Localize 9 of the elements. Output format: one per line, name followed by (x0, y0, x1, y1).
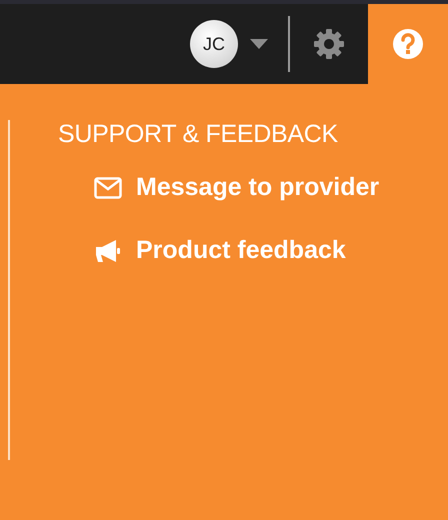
megaphone-icon (94, 238, 122, 262)
support-link[interactable]: Message to provider (94, 173, 380, 202)
settings-icon (313, 28, 345, 60)
caret-icon[interactable] (250, 39, 268, 49)
support-link[interactable]: Product feedback (94, 236, 380, 265)
mail-icon (94, 176, 122, 198)
user-avatar[interactable]: JC (190, 20, 238, 68)
help-icon (392, 28, 424, 60)
section-heading: SUPPORT & FEEDBACK (58, 120, 339, 149)
